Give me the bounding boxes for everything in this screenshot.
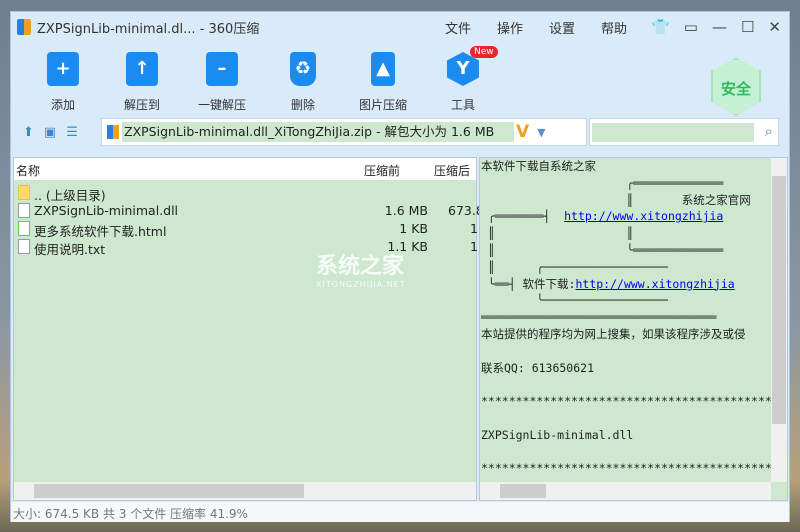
one-click-extract-button[interactable]: – 一键解压 (187, 52, 257, 113)
scrollbar-thumb[interactable] (500, 484, 546, 498)
verified-v-icon: V (516, 122, 530, 142)
menu-file[interactable]: 文件 (445, 18, 497, 37)
maximize-button[interactable]: ☐ (741, 18, 754, 36)
close-button[interactable]: ✕ (768, 18, 781, 36)
column-size-before[interactable]: 压缩前 (364, 162, 400, 179)
column-size-after[interactable]: 压缩后 (434, 162, 470, 179)
extract-to-icon: ↑ (126, 52, 158, 86)
menu-operation[interactable]: 操作 (497, 18, 549, 37)
menu-help[interactable]: 帮助 (601, 18, 653, 37)
zip-file-icon (107, 125, 119, 139)
up-level-icon[interactable]: ⬆ (23, 125, 34, 140)
preview-text: 本软件下载自系统之家 ╭═════════════ ║ 系统之家官网 ╭════… (481, 159, 773, 476)
new-badge: New (470, 46, 498, 58)
add-icon: + (47, 52, 79, 86)
chevron-down-icon[interactable]: ▼ (537, 126, 545, 139)
menu-settings[interactable]: 设置 (549, 18, 601, 37)
window-title: ZXPSignLib-minimal.dl... - 360压缩 (37, 21, 260, 37)
add-button[interactable]: + 添加 (28, 52, 98, 113)
image-compress-icon: ▲ (371, 52, 395, 86)
preview-toggle-icon[interactable]: ▣ (44, 125, 56, 140)
skin-icon[interactable]: 👕 (651, 18, 670, 36)
address-bar[interactable]: ZXPSignLib-minimal.dll_XiTongZhiJia.zip … (101, 118, 587, 146)
vertical-scrollbar[interactable] (771, 158, 787, 482)
feedback-icon[interactable]: ▭ (684, 18, 698, 36)
tools-button[interactable]: Y New 工具 (428, 46, 498, 113)
html-file-icon (18, 221, 30, 236)
list-view-icon[interactable]: ☰ (66, 125, 78, 140)
list-item[interactable]: 使用说明.txt 1.1 KB 1 (14, 237, 478, 257)
horizontal-scrollbar[interactable] (480, 482, 771, 500)
file-list: 名称 压缩前 压缩后 .. (上级目录) ZXPSignLib-minimal.… (13, 157, 484, 501)
image-compress-button[interactable]: ▲ 图片压缩 (348, 52, 418, 113)
menu-bar: 文件 操作 设置 帮助 (445, 18, 653, 37)
security-badge[interactable]: 安全 (711, 58, 761, 116)
minimize-button[interactable]: — (712, 18, 727, 36)
watermark: 系统之家 XITONGZHIJIA.NET (316, 254, 406, 289)
list-item[interactable]: ZXPSignLib-minimal.dll 1.6 MB 673.8 (14, 201, 484, 219)
search-icon[interactable]: ⌕ (765, 122, 773, 140)
list-item[interactable]: .. (上级目录) (14, 183, 476, 203)
search-box[interactable]: ⌕ (589, 118, 779, 146)
status-bar: 大小: 674.5 KB 共 3 个文件 压缩率 41.9% (11, 502, 789, 522)
download-link[interactable]: http://www.xitongzhijia (575, 277, 734, 291)
one-click-extract-icon: – (206, 52, 238, 86)
search-input[interactable] (592, 123, 754, 142)
horizontal-scrollbar[interactable] (14, 482, 476, 500)
dll-file-icon (18, 203, 30, 218)
text-file-icon (18, 239, 30, 254)
list-header: 名称 压缩前 压缩后 (14, 158, 476, 180)
folder-icon (18, 185, 30, 200)
site-link[interactable]: http://www.xitongzhijia (564, 209, 723, 223)
toolbar: + 添加 ↑ 解压到 – 一键解压 ♻ 删除 ▲ 图片压缩 Y New 工具 安全 (11, 44, 789, 122)
column-name[interactable]: 名称 (16, 162, 40, 179)
list-item[interactable]: 更多系统软件下载.html 1 KB 1 (14, 219, 478, 239)
scrollbar-thumb[interactable] (772, 176, 786, 424)
scrollbar-thumb[interactable] (34, 484, 304, 498)
delete-icon: ♻ (290, 52, 316, 86)
address-path[interactable]: ZXPSignLib-minimal.dll_XiTongZhiJia.zip … (122, 122, 514, 142)
delete-button[interactable]: ♻ 删除 (268, 52, 338, 113)
extract-to-button[interactable]: ↑ 解压到 (107, 52, 177, 113)
app-icon (17, 19, 31, 35)
preview-pane: 本软件下载自系统之家 ╭═════════════ ║ 系统之家官网 ╭════… (479, 157, 788, 501)
